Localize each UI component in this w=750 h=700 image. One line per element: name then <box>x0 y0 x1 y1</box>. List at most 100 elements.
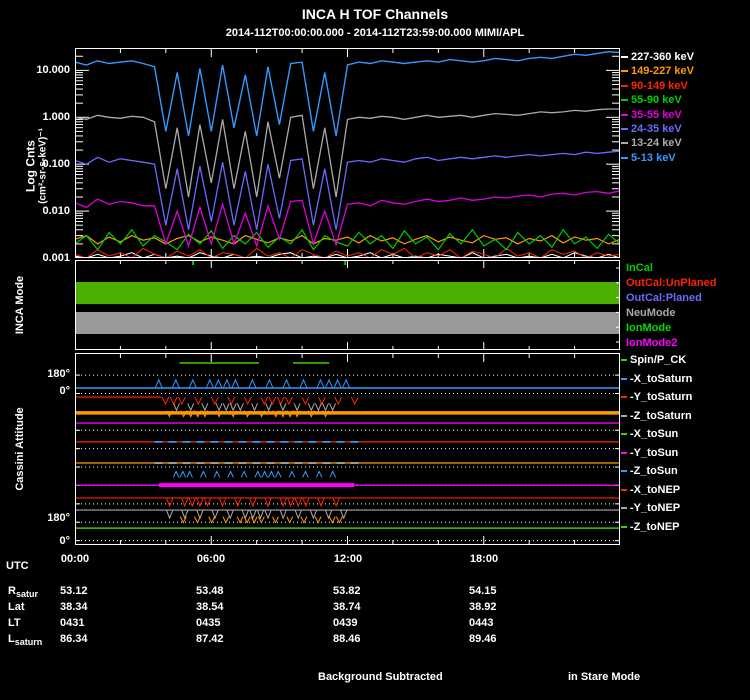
attitude-y-tick-label: 180° <box>47 368 70 380</box>
table-cell: 88.46 <box>333 633 361 645</box>
attitude-y-tick-label: 0° <box>59 535 70 547</box>
table-cell: 0431 <box>60 617 85 629</box>
legend-dash-icon <box>621 99 628 102</box>
attitude-label-text: -Y_toNEP <box>630 502 681 514</box>
row-label-main: L <box>8 633 15 645</box>
legend-item: 24-35 keV <box>621 123 682 135</box>
utc-tick-label: 06:00 <box>196 553 226 565</box>
attitude-label-tick-icon <box>621 470 627 473</box>
attitude-series-label: -Z_toSaturn <box>621 410 692 422</box>
table-cell: 0435 <box>196 617 221 629</box>
legend-item: 55-90 keV <box>621 94 682 106</box>
footer-stare-mode: in Stare Mode <box>568 671 641 683</box>
y-tick-label: 10.000 <box>36 64 70 76</box>
attitude-label-tick-icon <box>621 433 627 436</box>
mode-legend-item: OutCal:Planed <box>626 292 702 304</box>
attitude-label-tick-icon <box>621 452 627 455</box>
cassini-attitude-chart <box>75 353 620 545</box>
legend-dash-icon <box>621 114 628 117</box>
y-tick-label: 1.000 <box>42 111 70 123</box>
legend-dash-icon <box>621 85 628 88</box>
legend-dash-icon <box>621 56 628 59</box>
attitude-y-axis-label: Cassini Attitude <box>14 407 26 491</box>
table-cell: 86.34 <box>60 633 88 645</box>
attitude-series-label: -X_toSaturn <box>621 373 692 385</box>
gray-mode-bar <box>75 312 620 334</box>
footer-background-subtracted: Background Subtracted <box>318 671 443 683</box>
legend-label: 55-90 keV <box>631 94 682 106</box>
legend-item: 5-13 keV <box>621 152 676 164</box>
row-label-main: R <box>8 585 16 597</box>
utc-tick-label: 00:00 <box>60 553 90 565</box>
attitude-label-text: -X_toSaturn <box>630 373 693 385</box>
table-cell: 53.48 <box>196 585 224 597</box>
table-cell: 0443 <box>469 617 494 629</box>
legend-label: 149-227 keV <box>631 65 694 77</box>
legend-dash-icon <box>621 70 628 73</box>
table-row-label: LT <box>8 617 21 629</box>
attitude-series-label: -Y_toSun <box>621 447 678 459</box>
legend-item: 35-55 keV <box>621 109 682 121</box>
attitude-label-tick-icon <box>621 526 627 529</box>
series-24-35keV <box>75 150 620 230</box>
legend-label: 227-360 keV <box>631 51 694 63</box>
utc-tick-label: 12:00 <box>333 553 363 565</box>
mode-y-axis-label: INCA Mode <box>14 275 26 335</box>
y-tick-label: 0.100 <box>42 158 70 170</box>
series-13-24keV <box>75 108 620 198</box>
table-cell: 38.74 <box>333 601 361 613</box>
legend-item: 227-360 keV <box>621 51 694 63</box>
series-55-90keV <box>75 228 620 251</box>
table-cell: 53.12 <box>60 585 88 597</box>
attitude-label-tick-icon <box>621 396 627 399</box>
attitude-label-text: -Z_toSun <box>630 465 678 477</box>
attitude-label-tick-icon <box>621 415 627 418</box>
table-cell: 87.42 <box>196 633 224 645</box>
attitude-series-label: -Y_toSaturn <box>621 391 692 403</box>
legend-item: 90-149 keV <box>621 80 688 92</box>
utc-tick-label: 18:00 <box>469 553 499 565</box>
attitude-label-text: -X_toNEP <box>630 484 681 496</box>
mode-legend-item: NeuMode <box>626 307 676 319</box>
plot-screen: INCA H TOF Channels 2014-112T00:00:00.00… <box>0 0 750 700</box>
y-tick-label: 0.010 <box>42 205 70 217</box>
attitude-series-label: -Y_toNEP <box>621 502 680 514</box>
utc-axis-label: UTC <box>6 560 29 572</box>
attitude-label-tick-icon <box>621 359 627 362</box>
attitude-label-text: -Y_toSaturn <box>630 391 693 403</box>
page-title: INCA H TOF Channels <box>301 6 449 22</box>
tof-counts-chart <box>75 48 620 258</box>
mode-legend-item: InCal <box>626 262 653 274</box>
legend-label: 90-149 keV <box>631 80 688 92</box>
row-label-main: Lat <box>8 601 25 613</box>
legend-dash-icon <box>621 157 628 160</box>
table-cell: 0439 <box>333 617 358 629</box>
page-subtitle: 2014-112T00:00:00.000 - 2014-112T23:59:0… <box>225 27 525 39</box>
attitude-series-label: -X_toNEP <box>621 484 680 496</box>
attitude-label-tick-icon <box>621 507 627 510</box>
attitude-label-tick-icon <box>621 489 627 492</box>
table-cell: 89.46 <box>469 633 497 645</box>
attitude-y-tick-label: 180° <box>47 512 70 524</box>
attitude-y-tick-label: 0° <box>59 385 70 397</box>
legend-dash-icon <box>621 142 628 145</box>
legend-label: 5-13 keV <box>631 152 676 164</box>
table-cell: 38.92 <box>469 601 497 613</box>
inca-mode-chart <box>75 260 620 350</box>
legend-item: 149-227 keV <box>621 65 694 77</box>
mode-legend-item: IonMode <box>626 322 672 334</box>
attitude-label-text: -X_toSun <box>630 428 679 440</box>
mode-legend-item: OutCal:UnPlaned <box>626 277 717 289</box>
legend-dash-icon <box>621 128 628 131</box>
attitude-label-text: -Y_toSun <box>630 447 679 459</box>
table-row-label: Lsaturn <box>8 633 42 648</box>
attitude-series-label: -Z_toSun <box>621 465 678 477</box>
attitude-series-label: -X_toSun <box>621 428 678 440</box>
table-cell: 38.54 <box>196 601 224 613</box>
attitude-label-tick-icon <box>621 378 627 381</box>
attitude-label-text: -Z_toSaturn <box>630 410 692 422</box>
y-tick-label: 0.001 <box>42 252 70 264</box>
attitude-label-text: -Z_toNEP <box>630 521 680 533</box>
mode-legend-item: IonMode2 <box>626 337 678 349</box>
table-cell: 38.34 <box>60 601 88 613</box>
